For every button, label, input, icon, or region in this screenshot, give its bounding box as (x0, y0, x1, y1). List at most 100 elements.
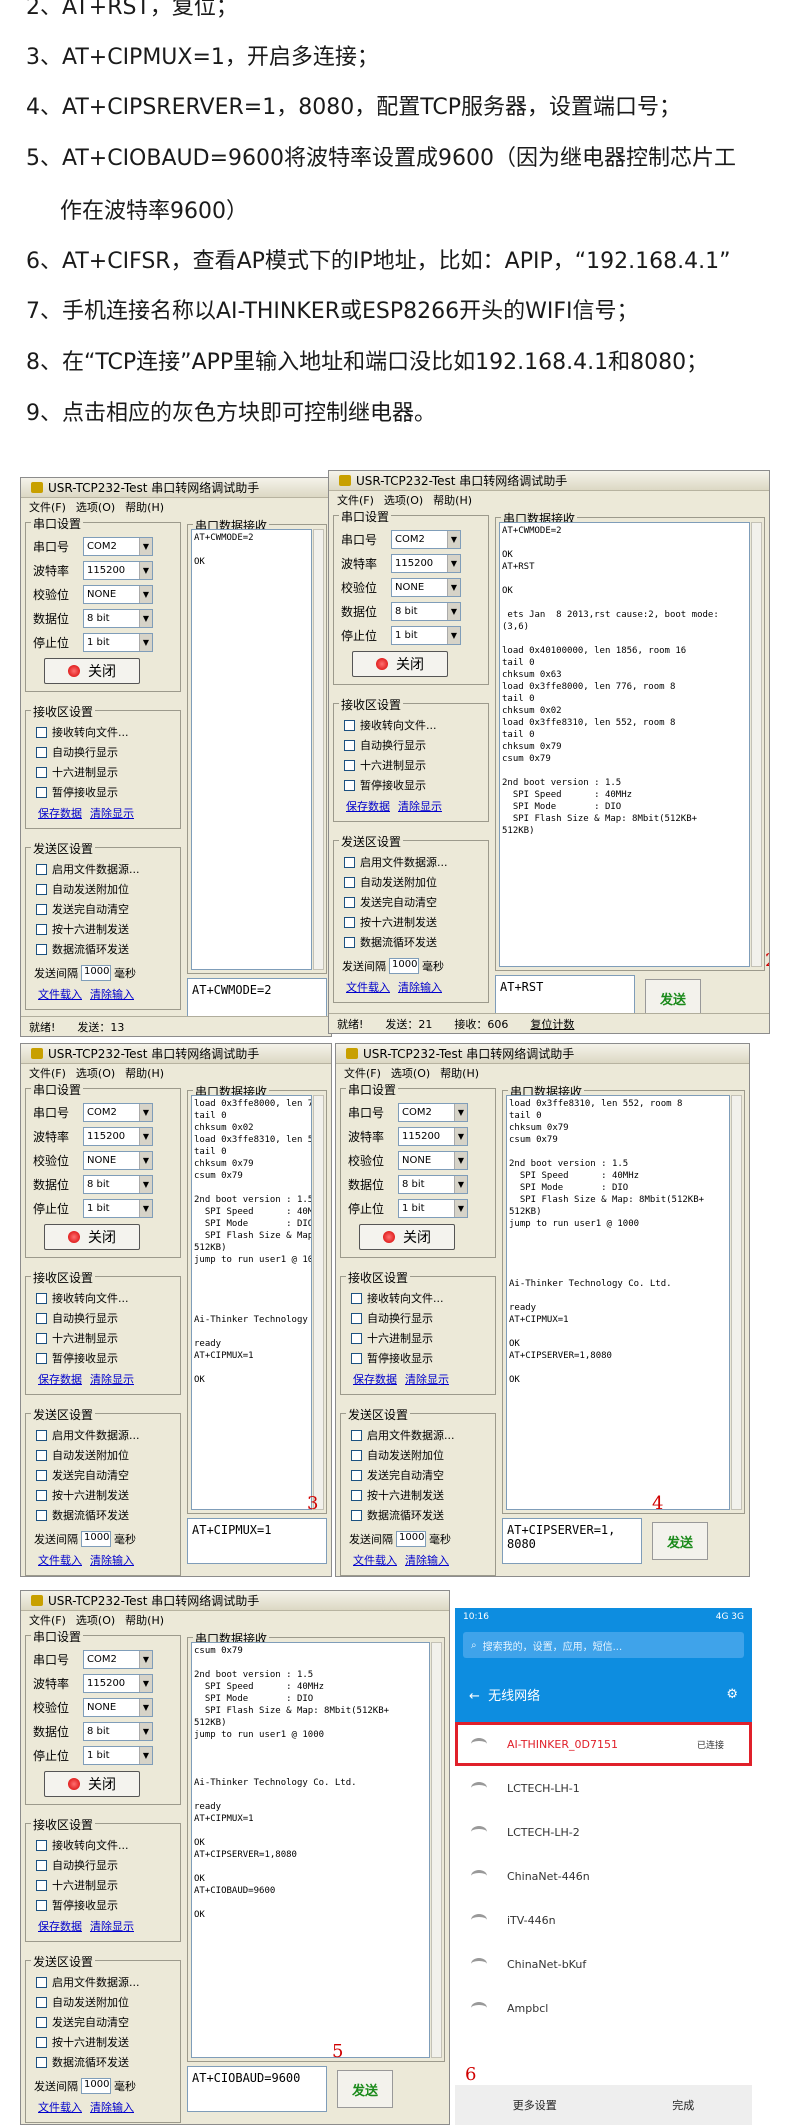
file-load-link[interactable]: 文件载入 (38, 2101, 82, 2114)
wifi-network-item[interactable]: LCTECH-LH-2 (455, 1810, 752, 1854)
vertical-scrollbar[interactable] (313, 529, 324, 970)
menu-options[interactable]: 选项(O) (76, 499, 115, 515)
close-port-button[interactable]: 关闭 (44, 1224, 140, 1250)
menu-options[interactable]: 选项(O) (391, 1065, 430, 1081)
send-option-checkbox[interactable]: 数据流循环发送 (36, 941, 176, 957)
menu-help[interactable]: 帮助(H) (440, 1065, 479, 1081)
save-data-link[interactable]: 保存数据 (353, 1373, 397, 1386)
menu-options[interactable]: 选项(O) (76, 1065, 115, 1081)
stopbits-select[interactable]: 1 bit ▼ (398, 1199, 468, 1218)
file-load-link[interactable]: 文件载入 (38, 1554, 82, 1567)
recv-option-checkbox[interactable]: 十六进制显示 (36, 764, 176, 780)
recv-option-checkbox[interactable]: 暂停接收显示 (36, 1897, 176, 1913)
parity-select[interactable]: NONE ▼ (391, 578, 461, 597)
close-port-button[interactable]: 关闭 (352, 651, 448, 677)
databits-select[interactable]: 8 bit ▼ (391, 602, 461, 621)
recv-option-checkbox[interactable]: 接收转向文件... (36, 724, 176, 740)
baud-select[interactable]: 115200 ▼ (83, 1674, 153, 1693)
clear-input-link[interactable]: 清除输入 (90, 2101, 134, 2114)
done-button[interactable]: 完成 (672, 2097, 694, 2113)
period-input[interactable]: 1000 (389, 958, 419, 974)
send-option-checkbox[interactable]: 按十六进制发送 (344, 914, 484, 930)
send-option-checkbox[interactable]: 按十六进制发送 (351, 1487, 491, 1503)
close-port-button[interactable]: 关闭 (44, 658, 140, 684)
send-option-checkbox[interactable]: 启用文件数据源... (351, 1427, 491, 1443)
menu-file[interactable]: 文件(F) (344, 1065, 381, 1081)
send-option-checkbox[interactable]: 发送完自动清空 (36, 901, 176, 917)
recv-option-checkbox[interactable]: 自动换行显示 (36, 1857, 176, 1873)
send-option-checkbox[interactable]: 发送完自动清空 (36, 2014, 176, 2030)
close-port-button[interactable]: 关闭 (359, 1224, 455, 1250)
vertical-scrollbar[interactable] (751, 522, 762, 967)
send-option-checkbox[interactable]: 自动发送附加位 (36, 1447, 176, 1463)
reset-count-link[interactable]: 复位计数 (530, 1016, 574, 1032)
save-data-link[interactable]: 保存数据 (38, 1920, 82, 1933)
menu-file[interactable]: 文件(F) (29, 1065, 66, 1081)
recv-option-checkbox[interactable]: 暂停接收显示 (36, 1350, 176, 1366)
send-option-checkbox[interactable]: 启用文件数据源... (36, 1427, 176, 1443)
send-button[interactable]: 发送 (337, 2070, 393, 2108)
send-option-checkbox[interactable]: 数据流循环发送 (36, 2054, 176, 2070)
wifi-network-item[interactable]: iTV-446n (455, 1898, 752, 1942)
clear-display-link[interactable]: 清除显示 (90, 1373, 134, 1386)
send-option-checkbox[interactable]: 自动发送附加位 (36, 1994, 176, 2010)
menu-help[interactable]: 帮助(H) (125, 499, 164, 515)
recv-option-checkbox[interactable]: 自动换行显示 (344, 737, 484, 753)
clear-display-link[interactable]: 清除显示 (405, 1373, 449, 1386)
recv-option-checkbox[interactable]: 十六进制显示 (36, 1330, 176, 1346)
recv-option-checkbox[interactable]: 十六进制显示 (344, 757, 484, 773)
clear-display-link[interactable]: 清除显示 (398, 800, 442, 813)
stopbits-select[interactable]: 1 bit ▼ (83, 1199, 153, 1218)
send-option-checkbox[interactable]: 数据流循环发送 (344, 934, 484, 950)
parity-select[interactable]: NONE ▼ (398, 1151, 468, 1170)
send-option-checkbox[interactable]: 按十六进制发送 (36, 2034, 176, 2050)
wifi-network-item[interactable]: ChinaNet-446n (455, 1854, 752, 1898)
period-input[interactable]: 1000 (81, 965, 111, 981)
send-input[interactable]: AT+CIPSERVER=1, 8080 (502, 1518, 642, 1564)
clear-input-link[interactable]: 清除输入 (398, 981, 442, 994)
recv-option-checkbox[interactable]: 自动换行显示 (36, 744, 176, 760)
close-port-button[interactable]: 关闭 (44, 1771, 140, 1797)
clear-input-link[interactable]: 清除输入 (90, 988, 134, 1001)
save-data-link[interactable]: 保存数据 (38, 1373, 82, 1386)
send-option-checkbox[interactable]: 数据流循环发送 (351, 1507, 491, 1523)
clear-display-link[interactable]: 清除显示 (90, 1920, 134, 1933)
send-option-checkbox[interactable]: 启用文件数据源... (344, 854, 484, 870)
menu-options[interactable]: 选项(O) (76, 1612, 115, 1628)
recv-option-checkbox[interactable]: 接收转向文件... (351, 1290, 491, 1306)
databits-select[interactable]: 8 bit ▼ (398, 1175, 468, 1194)
port-select[interactable]: COM2 ▼ (83, 1650, 153, 1669)
send-input[interactable]: AT+CIOBAUD=9600 (187, 2066, 327, 2112)
vertical-scrollbar[interactable] (313, 1095, 324, 1510)
port-select[interactable]: COM2 ▼ (83, 537, 153, 556)
databits-select[interactable]: 8 bit ▼ (83, 609, 153, 628)
file-load-link[interactable]: 文件载入 (346, 981, 390, 994)
send-option-checkbox[interactable]: 启用文件数据源... (36, 1974, 176, 1990)
clear-input-link[interactable]: 清除输入 (90, 1554, 134, 1567)
clear-input-link[interactable]: 清除输入 (405, 1554, 449, 1567)
menu-file[interactable]: 文件(F) (337, 492, 374, 508)
menu-options[interactable]: 选项(O) (384, 492, 423, 508)
file-load-link[interactable]: 文件载入 (353, 1554, 397, 1567)
receive-log[interactable]: AT+CWMODE=2 OK (191, 529, 312, 970)
vertical-scrollbar[interactable] (731, 1095, 742, 1510)
menu-help[interactable]: 帮助(H) (433, 492, 472, 508)
send-option-checkbox[interactable]: 发送完自动清空 (344, 894, 484, 910)
clear-display-link[interactable]: 清除显示 (90, 807, 134, 820)
menu-file[interactable]: 文件(F) (29, 499, 66, 515)
parity-select[interactable]: NONE ▼ (83, 585, 153, 604)
send-option-checkbox[interactable]: 自动发送附加位 (36, 881, 176, 897)
recv-option-checkbox[interactable]: 接收转向文件... (344, 717, 484, 733)
menu-help[interactable]: 帮助(H) (125, 1065, 164, 1081)
save-data-link[interactable]: 保存数据 (346, 800, 390, 813)
send-button[interactable]: 发送 (652, 1522, 708, 1560)
baud-select[interactable]: 115200 ▼ (83, 561, 153, 580)
save-data-link[interactable]: 保存数据 (38, 807, 82, 820)
wifi-network-item[interactable]: ChinaNet-bKuf (455, 1942, 752, 1986)
phone-search-input[interactable]: ⌕ 搜索我的，设置，应用，短信... (463, 1632, 744, 1658)
send-button[interactable]: 发送 (645, 979, 701, 1017)
recv-option-checkbox[interactable]: 暂停接收显示 (351, 1350, 491, 1366)
receive-log[interactable]: csum 0x79 2nd boot version : 1.5 SPI Spe… (191, 1642, 430, 2058)
wifi-network-item[interactable]: AI-THINKER_0D7151 已连接 (455, 1722, 752, 1766)
send-option-checkbox[interactable]: 按十六进制发送 (36, 921, 176, 937)
